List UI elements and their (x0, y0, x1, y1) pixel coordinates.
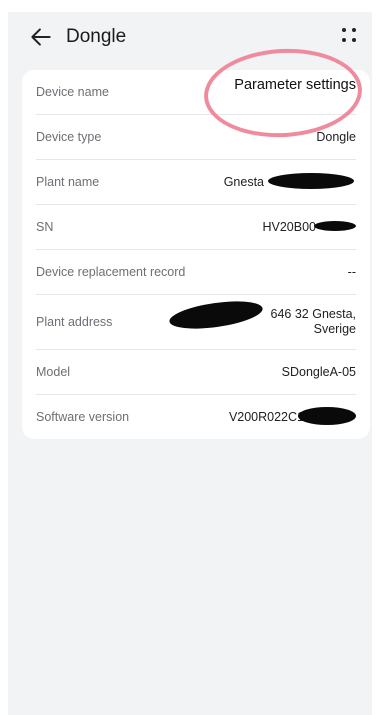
sn-row: SN HV20B00 (36, 205, 356, 250)
app-bar: Dongle (8, 12, 372, 64)
replacement-record-label: Device replacement record (36, 265, 186, 279)
software-version-label: Software version (36, 410, 130, 424)
software-version-value: V200R022C1 (228, 407, 356, 425)
device-info-card: Device name Parameter settings Device ty… (22, 70, 370, 439)
page-title: Dongle (66, 26, 127, 47)
plant-name-label: Plant name (36, 175, 100, 189)
model-value: SDongleA-05 (281, 365, 356, 379)
replacement-record-value: -- (347, 265, 356, 279)
plant-name-value: Gnesta (223, 173, 356, 189)
model-label: Model (36, 365, 71, 379)
redaction-mark (298, 407, 356, 425)
more-options-icon[interactable] (340, 26, 358, 44)
redaction-mark (314, 221, 356, 231)
device-details-screen: Dongle Device name Parameter settings De… (8, 12, 372, 715)
plant-address-label: Plant address (36, 315, 113, 329)
redaction-mark (268, 173, 354, 189)
redaction-mark (167, 296, 265, 334)
model-row: Model SDongleA-05 (36, 350, 356, 395)
device-type-row: Device type Dongle (36, 115, 356, 160)
device-name-row[interactable]: Device name Parameter settings (36, 70, 356, 115)
device-name-label: Device name (36, 85, 109, 99)
device-type-value: Dongle (316, 130, 356, 144)
software-version-row: Software version V200R022C1 (36, 395, 356, 439)
plant-address-row: Plant address 646 32 Gnesta, Sverige (36, 295, 356, 350)
sn-value: HV20B00 (262, 220, 356, 234)
device-type-label: Device type (36, 130, 102, 144)
plant-address-value: 646 32 Gnesta, Sverige (167, 296, 356, 337)
software-version-text: V200R022C1 (228, 410, 304, 424)
replacement-record-row: Device replacement record -- (36, 250, 356, 295)
plant-address-text: 646 32 Gnesta, Sverige (270, 307, 356, 336)
plant-name-row: Plant name Gnesta (36, 160, 356, 205)
back-arrow-icon[interactable] (28, 24, 54, 50)
device-name-value: Parameter settings (234, 77, 356, 93)
plant-name-text: Gnesta (223, 175, 264, 189)
sn-label: SN (36, 220, 54, 234)
sn-text: HV20B00 (262, 220, 316, 234)
